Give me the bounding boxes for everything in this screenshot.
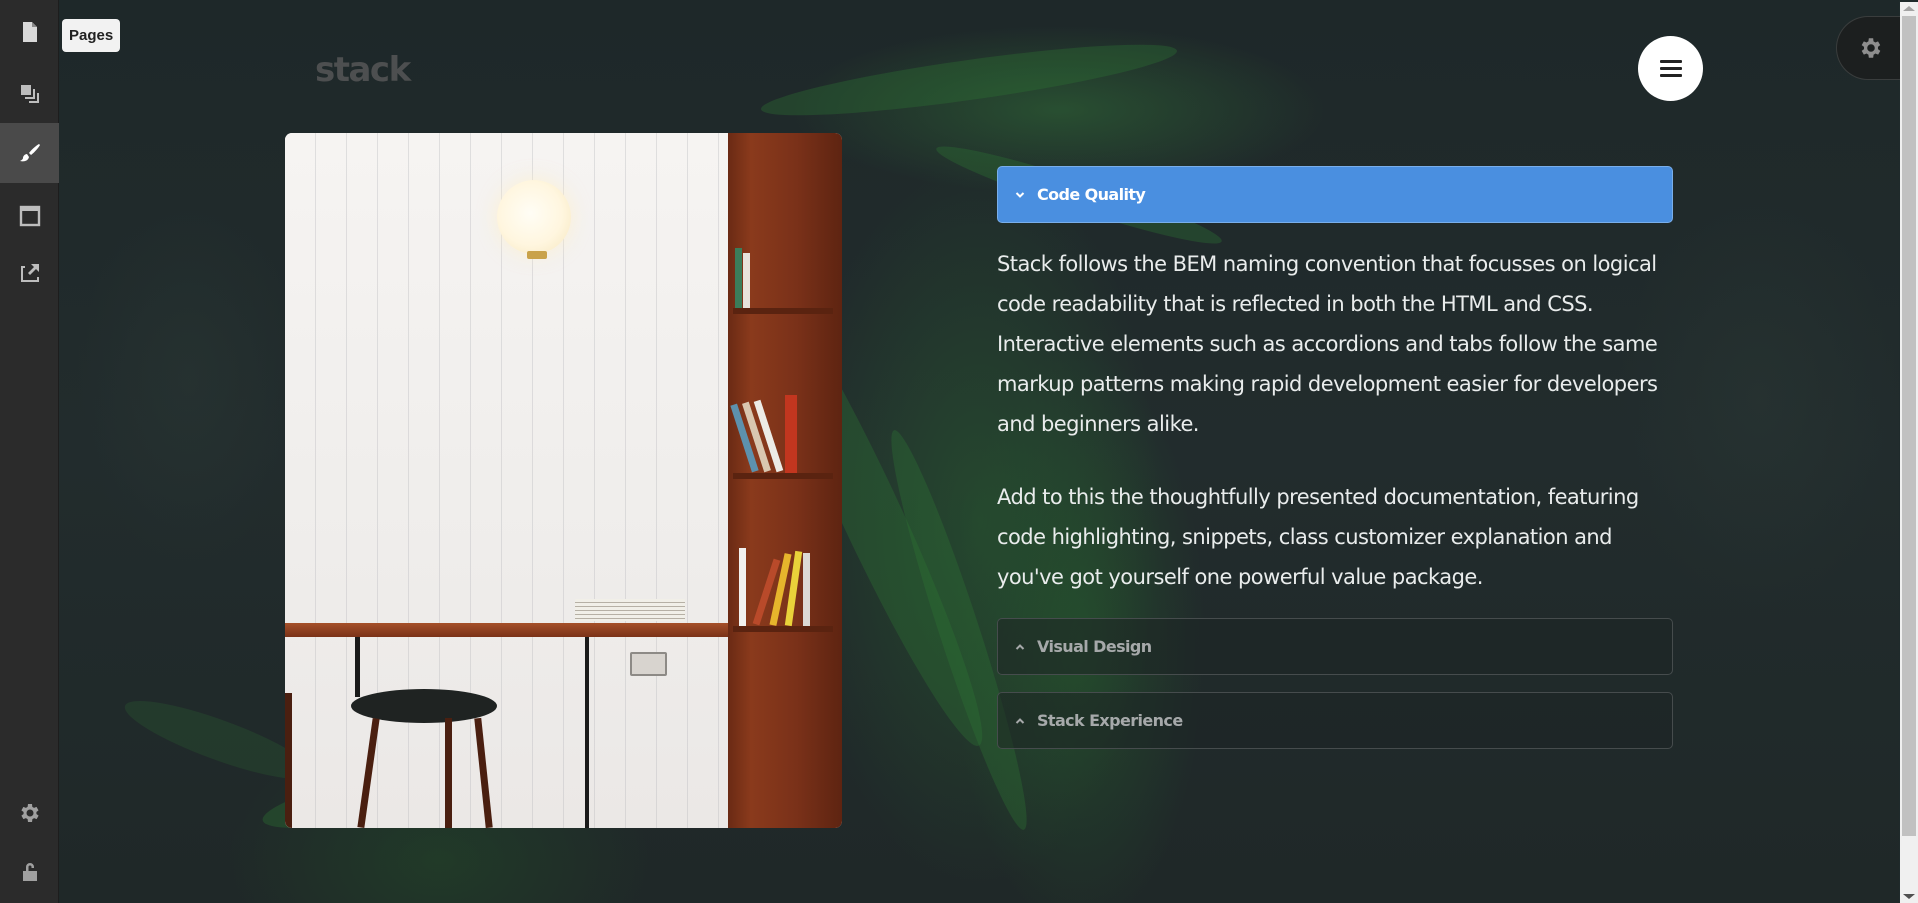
sidebar-item-settings[interactable] (0, 783, 59, 843)
external-link-icon (20, 264, 39, 282)
window-icon (19, 205, 40, 227)
sidebar-item-sections[interactable] (0, 64, 59, 124)
accordion-header-code-quality[interactable]: Code Quality (997, 166, 1673, 223)
hero-image (285, 133, 842, 828)
scroll-down-arrow-icon[interactable] (1903, 894, 1915, 899)
accordion-item-visual-design: Visual Design (997, 618, 1673, 675)
sidebar-item-pages[interactable] (0, 2, 59, 62)
accordion-title: Stack Experience (1037, 711, 1183, 730)
accordion-header-stack-experience[interactable]: Stack Experience (997, 692, 1673, 749)
layers-icon (20, 85, 39, 103)
leaf-decoration (758, 30, 1180, 130)
scroll-up-arrow-icon[interactable] (1903, 6, 1915, 11)
gear-icon (1861, 38, 1880, 58)
accordion-content-code-quality: Stack follows the BEM naming convention … (997, 223, 1673, 603)
feature-accordion: Code Quality Stack follows the BEM namin… (997, 166, 1673, 749)
sidebar-item-export[interactable] (0, 243, 59, 303)
sidebar-item-lock[interactable] (0, 842, 59, 902)
scrollbar-thumb[interactable] (1902, 16, 1916, 836)
accordion-title: Code Quality (1037, 185, 1146, 204)
accordion-header-visual-design[interactable]: Visual Design (997, 618, 1673, 675)
document-icon (22, 22, 37, 42)
chevron-up-icon (1015, 717, 1025, 724)
sidebar-item-layout[interactable] (0, 186, 59, 246)
accordion-item-code-quality: Code Quality Stack follows the BEM namin… (997, 166, 1673, 603)
menu-button[interactable] (1638, 36, 1703, 101)
settings-toggle-button[interactable] (1836, 16, 1902, 80)
accordion-paragraph: Stack follows the BEM naming convention … (997, 252, 1658, 436)
unlock-icon (22, 863, 37, 881)
editor-sidebar (0, 0, 59, 903)
brush-icon (19, 144, 40, 162)
sidebar-tooltip: Pages (62, 19, 121, 52)
accordion-title: Visual Design (1037, 637, 1152, 656)
chevron-up-icon (1015, 643, 1025, 650)
site-logo[interactable]: stack (315, 50, 411, 90)
page-scrollbar[interactable] (1900, 2, 1918, 903)
accordion-paragraph: Add to this the thoughtfully presented d… (997, 485, 1639, 589)
chevron-down-icon (1015, 191, 1025, 198)
accordion-item-stack-experience: Stack Experience (997, 692, 1673, 749)
gear-icon (20, 804, 39, 822)
hamburger-icon (1659, 60, 1682, 63)
sidebar-item-style[interactable] (0, 123, 59, 183)
